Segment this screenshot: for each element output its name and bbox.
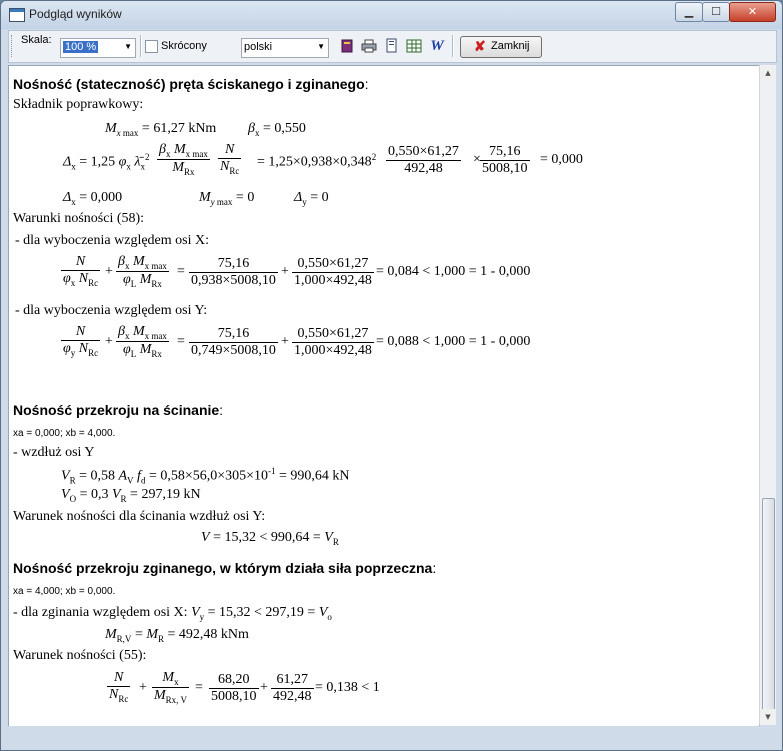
delta-x-zero: Δx = 0,000 (63, 190, 123, 207)
section-heading-buckling: Nośność (stateczność) pręta ściskanego i… (13, 76, 369, 92)
toolbar-grip[interactable] (11, 35, 15, 57)
preview-window: Podgląd wyników ▁ ☐ ✕ Skala: 100 % ▼ Skr… (0, 0, 783, 751)
y-cond-fraction-1: Nφy NRc (61, 324, 101, 358)
language-value: polski (244, 41, 273, 53)
equals-sign: = (177, 334, 185, 349)
short-label: Skrócony (161, 40, 207, 52)
close-button[interactable]: ✘ Zamknij (460, 36, 542, 58)
bending-x-label: - dla zginania względem osi X: Vy = 15,3… (13, 605, 332, 622)
delta-x-lhs: Δx = 1,25 φx λ̄x2 (63, 152, 150, 172)
y-cond-result: = 0,088 < 1,000 = 1 - 0,000 (376, 334, 531, 349)
title-bar[interactable]: Podgląd wyników ▁ ☐ ✕ (1, 1, 782, 29)
delta-values: = 1,25×0,938×0,3482 (257, 152, 377, 170)
x-cond-fraction-4: 0,550×61,27 1,000×492,48 (292, 256, 374, 288)
delta-fraction-4: 75,16 5008,10 (480, 144, 530, 176)
delta-fraction-2: N NRc (218, 142, 242, 176)
z-cond-fraction-2: Mx MRx, V (152, 670, 190, 705)
plus-sign: + (105, 334, 113, 349)
chevron-down-icon: ▼ (317, 42, 325, 51)
status-bar (8, 726, 775, 746)
equals-sign: = (195, 680, 203, 695)
export-excel-icon[interactable] (406, 38, 422, 54)
vertical-scrollbar[interactable]: ▲ ▼ (759, 65, 776, 725)
mrv-formula: MR,V = MR = 492,48 kNm (105, 627, 249, 644)
minimize-button[interactable]: ▁ (675, 2, 703, 22)
plus-sign: + (105, 264, 113, 279)
chevron-down-icon: ▼ (124, 42, 132, 51)
scale-label: Skala: (21, 34, 52, 46)
plus-sign: + (281, 264, 289, 279)
window-title: Podgląd wyników (29, 7, 122, 21)
close-button-label: Zamknij (491, 40, 530, 52)
shear-condition: V = 15,32 < 990,64 = VR (201, 530, 339, 547)
x-cond-result: = 0,084 < 1,000 = 1 - 0,000 (376, 264, 531, 279)
section-heading-shear: Nośność przekroju na ścinanie: (13, 402, 224, 418)
x-cond-fraction-2: βx Mx max φL MRx (116, 254, 169, 289)
separator (140, 35, 142, 57)
beta-x-formula: βx = 0,550 (248, 121, 306, 138)
copy-icon[interactable] (383, 38, 399, 54)
plus-sign: + (281, 334, 289, 349)
vr-formula: VR = 0,58 AV fd = 0,58×56,0×305×10-1 = 9… (61, 466, 350, 486)
short-checkbox[interactable] (145, 40, 158, 53)
scale-select[interactable]: 100 % ▼ (60, 38, 136, 58)
scroll-up-icon[interactable]: ▲ (760, 65, 776, 81)
section-heading-bending-shear: Nośność przekroju zginanego, w którym dz… (13, 560, 437, 576)
xa-xb-range-2: xa = 4,000; xb = 0,000. (13, 586, 116, 597)
plus-sign: + (139, 680, 147, 695)
x-cond-fraction-3: 75,16 0,938×5008,10 (189, 256, 278, 288)
z-cond-fraction-3: 68,20 5008,10 (209, 672, 259, 704)
vo-formula: VO = 0,3 VR = 297,19 kN (61, 487, 201, 504)
along-y-label: - wzdłuż osi Y (13, 445, 95, 460)
separator (452, 35, 454, 57)
scrollbar-thumb[interactable] (762, 498, 775, 715)
language-select[interactable]: polski ▼ (241, 38, 329, 58)
plus-sign: + (260, 680, 268, 695)
delta-fraction-1: βx Mx max MRx (157, 142, 210, 177)
condition-55-label: Warunek nośności (55): (13, 648, 147, 663)
y-cond-fraction-2: βx Mx max φL MRx (116, 324, 169, 359)
x-cond-fraction-1: Nφx NRc (61, 254, 101, 288)
scale-value: 100 % (63, 41, 99, 53)
z-cond-fraction-4: 61,27 492,48 (271, 672, 314, 704)
load-conditions-label: Warunki nośności (58): (13, 211, 145, 226)
close-window-button[interactable]: ✕ (729, 2, 776, 22)
correction-label: Składnik poprawkowy: (13, 97, 144, 112)
buckling-y-label: - dla wyboczenia względem osi Y: (15, 303, 208, 318)
y-cond-fraction-4: 0,550×61,27 1,000×492,48 (292, 326, 374, 358)
print-icon[interactable] (361, 38, 377, 54)
y-cond-fraction-3: 75,16 0,749×5008,10 (189, 326, 278, 358)
book-icon[interactable] (339, 38, 355, 54)
results-document: Nośność (stateczność) pręta ściskanego i… (8, 65, 760, 727)
buckling-x-label: - dla wyboczenia względem osi X: (15, 233, 209, 248)
mx-max-formula: Mx max = 61,27 kNm (105, 121, 217, 138)
delta-result: = 0,000 (540, 152, 583, 167)
close-icon: ✘ (474, 38, 486, 54)
delta-fraction-3: 0,550×61,27 492,48 (386, 144, 461, 176)
equals-sign: = (177, 264, 185, 279)
z-cond-fraction-1: N NRc (107, 670, 131, 704)
app-window-icon (9, 8, 25, 22)
z-cond-result: = 0,138 < 1 (315, 680, 380, 695)
shear-condition-label: Warunek nośności dla ścinania wzdłuż osi… (13, 509, 266, 524)
my-max-zero: My max = 0 (199, 190, 255, 207)
export-word-icon[interactable]: W (429, 38, 445, 54)
maximize-button[interactable]: ☐ (702, 2, 730, 22)
toolbar: Skala: 100 % ▼ Skrócony polski ▼ W ✘ Zam… (8, 30, 777, 63)
delta-y-zero: Δy = 0 (294, 190, 329, 207)
scroll-down-icon[interactable]: ▼ (760, 709, 776, 725)
xa-xb-range-1: xa = 0,000; xb = 4,000. (13, 428, 116, 439)
